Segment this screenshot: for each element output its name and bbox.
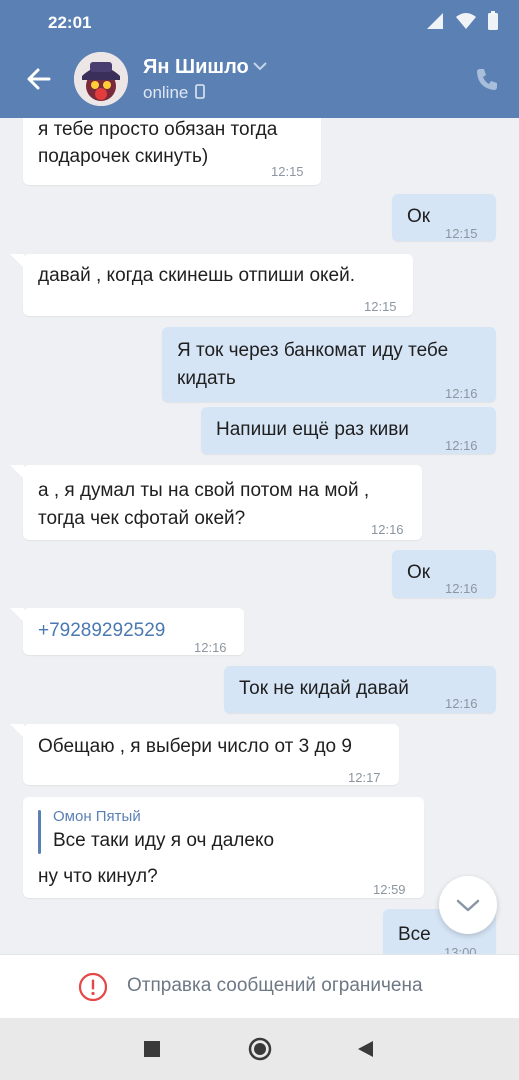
message-outgoing[interactable]: Ок 12:16 [392, 550, 496, 598]
message-time: 12:15 [445, 226, 478, 241]
recent-apps-icon[interactable] [144, 1041, 160, 1057]
message-text: Ок [407, 562, 431, 583]
message-text: Я ток через банкомат иду тебе [177, 340, 449, 361]
message-outgoing[interactable]: Ток не кидай давай 12:16 [224, 666, 496, 713]
home-icon[interactable] [248, 1037, 272, 1061]
message-time: 13:00 [444, 945, 477, 954]
message-outgoing[interactable]: Я ток через банкомат иду тебе кидать 12:… [162, 327, 496, 402]
battery-icon [488, 11, 498, 30]
contact-name[interactable]: Ян Шишло [143, 56, 249, 79]
phone-number-link[interactable]: +79289292529 [38, 617, 165, 645]
alert-circle-icon [78, 972, 108, 1002]
message-list[interactable]: я тебе просто обязан тогда подарочек ски… [0, 118, 519, 954]
message-text: Ок [407, 206, 431, 227]
messaging-restricted-bar: Отправка сообщений ограничена [0, 954, 519, 1019]
message-incoming[interactable]: давай , когда скинешь отпиши окей. 12:15 [23, 254, 413, 316]
bubble-tail [10, 465, 24, 479]
reply-quote-bar [38, 810, 41, 854]
message-text: ну что кинул? [38, 866, 158, 887]
message-text: Напиши ещё раз киви [216, 419, 409, 440]
system-back-icon[interactable] [356, 1040, 374, 1058]
message-time: 12:15 [364, 299, 397, 314]
bubble-tail [10, 608, 24, 622]
scroll-down-button[interactable] [439, 876, 497, 934]
contact-status-text: online [143, 83, 189, 102]
message-time: 12:17 [348, 770, 381, 785]
message-text: Обещаю , я выбери число от 3 до 9 [38, 736, 352, 757]
chevron-down-icon [456, 899, 480, 912]
bubble-tail [10, 724, 24, 738]
message-incoming[interactable]: +79289292529 12:16 [23, 608, 244, 655]
message-text: подарочек скинуть) [38, 146, 209, 167]
message-time: 12:16 [445, 581, 478, 596]
message-outgoing[interactable]: Ок 12:15 [392, 194, 496, 241]
chat-header: 22:01 Ян Шишло online [0, 0, 519, 118]
message-time: 12:59 [373, 882, 406, 897]
message-text: кидать [177, 368, 236, 389]
bubble-tail [10, 254, 24, 268]
mobile-device-icon [195, 84, 205, 99]
message-incoming[interactable]: Обещаю , я выбери число от 3 до 9 12:17 [23, 724, 399, 785]
contact-status: online [143, 83, 205, 103]
message-outgoing[interactable]: Напиши ещё раз киви 12:16 [201, 407, 496, 454]
wifi-icon [456, 13, 476, 29]
back-button[interactable] [22, 62, 56, 96]
reply-text: Все таки иду я оч далеко [53, 830, 275, 851]
system-nav-bar [0, 1018, 519, 1080]
message-text: Все [398, 924, 431, 945]
status-time: 22:01 [48, 13, 92, 32]
message-incoming[interactable]: а , я думал ты на свой потом на мой , то… [23, 465, 422, 540]
message-incoming-reply[interactable]: Омон Пятый Все таки иду я оч далеко ну ч… [23, 797, 424, 898]
message-time: 12:16 [371, 522, 404, 537]
message-time: 12:16 [445, 386, 478, 401]
status-icons [425, 11, 499, 31]
phone-call-icon[interactable] [474, 66, 500, 92]
message-text: тогда чек сфотай окей? [38, 508, 246, 529]
message-time: 12:15 [271, 164, 304, 179]
message-time: 12:16 [194, 640, 227, 655]
message-time: 12:16 [445, 696, 478, 711]
avatar-image-icon [74, 52, 128, 106]
message-text: а , я думал ты на свой потом на мой , [38, 480, 370, 501]
message-time: 12:16 [445, 438, 478, 453]
reply-author[interactable]: Омон Пятый [53, 807, 141, 827]
avatar[interactable] [74, 52, 128, 106]
restriction-text: Отправка сообщений ограничена [127, 975, 423, 996]
signal-icon [427, 13, 443, 29]
arrow-left-icon [27, 68, 51, 90]
message-incoming[interactable]: я тебе просто обязан тогда подарочек ски… [23, 118, 321, 185]
chevron-down-icon[interactable] [252, 60, 268, 72]
message-text: я тебе просто обязан тогда [38, 119, 278, 140]
message-text: Ток не кидай давай [239, 678, 409, 699]
message-text: давай , когда скинешь отпиши окей. [38, 265, 355, 286]
